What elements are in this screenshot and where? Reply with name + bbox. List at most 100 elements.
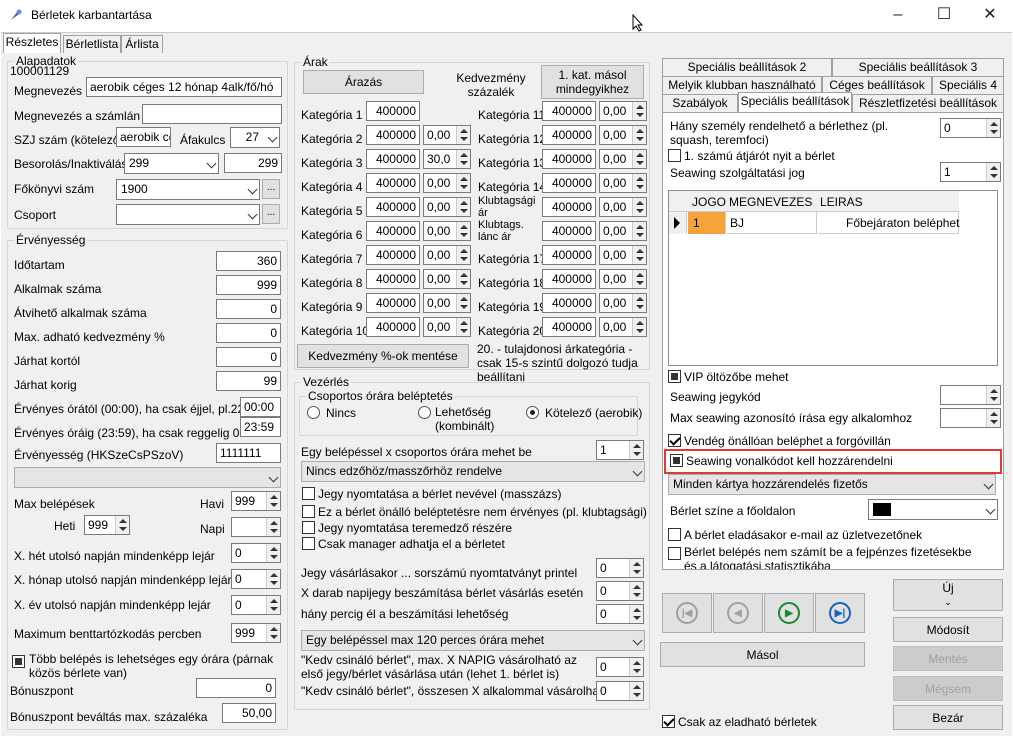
tab-reszletes[interactable]: Részletes bbox=[3, 33, 61, 53]
tab-spec2[interactable]: Speciális beállítások 2 bbox=[662, 58, 832, 76]
vonalkod-checkbox[interactable] bbox=[670, 454, 683, 467]
szamlan-input[interactable] bbox=[142, 104, 282, 124]
jarhattol-input[interactable]: 0 bbox=[216, 347, 281, 367]
grid-cell-leiras[interactable]: Főbejáraton beléphet bbox=[818, 212, 959, 234]
spin-icon[interactable] bbox=[115, 516, 129, 534]
kat-left-pct-10[interactable]: 0,00 bbox=[423, 317, 471, 337]
megnevezes-input[interactable]: aerobik céges 12 hónap 4alk/fő/hó bbox=[86, 77, 282, 97]
szin-select[interactable] bbox=[868, 499, 998, 520]
kat-left-pct-3[interactable]: 30,0 bbox=[423, 149, 471, 169]
kat-left-value-1[interactable]: 400000 bbox=[366, 101, 420, 121]
masol-button[interactable]: Másol bbox=[660, 642, 865, 667]
vendeg-checkbox[interactable] bbox=[668, 434, 681, 447]
kedv2-input[interactable]: 0 bbox=[596, 681, 644, 701]
csoport-browse-button[interactable]: ... bbox=[262, 204, 280, 224]
kat-right-value-5[interactable]: 400000 bbox=[542, 197, 596, 217]
kat-left-value-2[interactable]: 400000 bbox=[366, 125, 420, 145]
kat-left-value-6[interactable]: 400000 bbox=[366, 221, 420, 241]
spin-icon[interactable] bbox=[632, 222, 646, 240]
egybel-select[interactable]: Egy belépéssel max 120 perces órára mehe… bbox=[301, 630, 645, 651]
besorolas-select[interactable]: 299 bbox=[124, 153, 219, 174]
orattol-input[interactable]: 00:00 bbox=[240, 397, 281, 417]
spin-icon[interactable] bbox=[632, 174, 646, 192]
xdarab-input[interactable]: 0 bbox=[596, 581, 644, 601]
kat-right-pct-4[interactable]: 0,00 bbox=[599, 173, 647, 193]
kat-left-pct-6[interactable]: 0,00 bbox=[423, 221, 471, 241]
minimize-icon[interactable]: – bbox=[875, 0, 921, 32]
kat-left-pct-5[interactable]: 0,00 bbox=[423, 197, 471, 217]
kat-right-value-10[interactable]: 400000 bbox=[542, 317, 596, 337]
spin-icon[interactable] bbox=[986, 119, 1000, 137]
kat-left-value-4[interactable]: 400000 bbox=[366, 173, 420, 193]
csak-eladhato-checkbox[interactable] bbox=[662, 715, 675, 728]
first-record-button[interactable]: |◀ bbox=[662, 593, 712, 633]
spin-icon[interactable] bbox=[986, 409, 1000, 427]
havi-input[interactable]: 999 bbox=[231, 491, 281, 511]
napi-input[interactable] bbox=[231, 517, 281, 537]
tab-spec3[interactable]: Speciális beállítások 3 bbox=[832, 58, 1004, 76]
ervenyesseg-select[interactable] bbox=[14, 467, 281, 488]
kat-left-value-3[interactable]: 400000 bbox=[366, 149, 420, 169]
afa-select[interactable]: 27 bbox=[230, 127, 280, 148]
spin-icon[interactable] bbox=[266, 518, 280, 536]
kat-right-value-7[interactable]: 400000 bbox=[542, 245, 596, 265]
spin-icon[interactable] bbox=[629, 605, 643, 623]
csoport-select[interactable] bbox=[116, 204, 260, 225]
kat-left-pct-9[interactable]: 0,00 bbox=[423, 293, 471, 313]
fokonyv-select[interactable]: 1900 bbox=[116, 179, 260, 200]
kat-right-pct-9[interactable]: 0,00 bbox=[599, 293, 647, 313]
honap-input[interactable]: 0 bbox=[231, 569, 281, 589]
atjaro-checkbox[interactable] bbox=[668, 149, 681, 162]
hany-input[interactable]: 0 bbox=[940, 118, 1001, 138]
spin-icon[interactable] bbox=[986, 386, 1000, 404]
spin-icon[interactable] bbox=[456, 150, 470, 168]
spin-icon[interactable] bbox=[456, 318, 470, 336]
kat-right-value-1[interactable]: 400000 bbox=[542, 101, 596, 121]
spin-icon[interactable] bbox=[629, 582, 643, 600]
oraig-input[interactable]: 23:59 bbox=[240, 417, 281, 437]
spin-icon[interactable] bbox=[456, 294, 470, 312]
alkalmak-input[interactable]: 999 bbox=[216, 275, 281, 295]
heti-input[interactable]: 999 bbox=[84, 515, 130, 535]
tobbbel-checkbox[interactable] bbox=[12, 655, 25, 668]
jegy-nyomtatas-checkbox[interactable] bbox=[302, 487, 315, 500]
spin-icon[interactable] bbox=[456, 126, 470, 144]
edzo-select[interactable]: Nincs edzőhöz/masszőrhöz rendelve bbox=[301, 461, 645, 482]
kat-left-value-5[interactable]: 400000 bbox=[366, 197, 420, 217]
spin-icon[interactable] bbox=[632, 102, 646, 120]
spin-icon[interactable] bbox=[456, 222, 470, 240]
teremedzo-checkbox[interactable] bbox=[302, 521, 315, 534]
kat-right-pct-7[interactable]: 0,00 bbox=[599, 245, 647, 265]
ev-input[interactable]: 0 bbox=[231, 595, 281, 615]
kat-right-value-8[interactable]: 400000 bbox=[542, 269, 596, 289]
last-record-button[interactable]: ▶| bbox=[815, 593, 865, 633]
maxseaw-input[interactable] bbox=[940, 408, 1001, 428]
kat-left-value-8[interactable]: 400000 bbox=[366, 269, 420, 289]
kedvezmeny-mentes-button[interactable]: Kedvezmény %-ok mentése bbox=[297, 344, 469, 368]
email-checkbox[interactable] bbox=[668, 528, 681, 541]
jarhatig-input[interactable]: 99 bbox=[216, 371, 281, 391]
kat-left-value-7[interactable]: 400000 bbox=[366, 245, 420, 265]
maxkedv-input[interactable]: 0 bbox=[216, 323, 281, 343]
szjsz-input[interactable]: aerobik cé bbox=[116, 127, 171, 147]
vip-checkbox[interactable] bbox=[668, 370, 681, 383]
seawjegy-input[interactable] bbox=[940, 385, 1001, 405]
spin-icon[interactable] bbox=[632, 150, 646, 168]
kat-left-pct-2[interactable]: 0,00 bbox=[423, 125, 471, 145]
spin-icon[interactable] bbox=[632, 246, 646, 264]
tab-berletlista[interactable]: Bérletlista bbox=[63, 35, 121, 53]
kat-right-pct-8[interactable]: 0,00 bbox=[599, 269, 647, 289]
jegyvas-input[interactable]: 0 bbox=[596, 558, 644, 578]
fejpenz-checkbox[interactable] bbox=[668, 547, 681, 560]
hcs-input[interactable]: 1111111 bbox=[216, 443, 281, 463]
bezar-button[interactable]: Bezár bbox=[893, 705, 1003, 730]
kat-right-value-4[interactable]: 400000 bbox=[542, 173, 596, 193]
spin-icon[interactable] bbox=[629, 682, 643, 700]
prev-record-button[interactable]: ◀ bbox=[713, 593, 763, 633]
kat-right-pct-2[interactable]: 0,00 bbox=[599, 125, 647, 145]
tab-reszlet[interactable]: Részletfizetési beállítások bbox=[852, 94, 1004, 112]
next-record-button[interactable]: ▶ bbox=[764, 593, 814, 633]
uj-button[interactable]: Új ⌄ bbox=[893, 579, 1003, 611]
kat-right-pct-1[interactable]: 0,00 bbox=[599, 101, 647, 121]
spin-icon[interactable] bbox=[629, 441, 643, 459]
